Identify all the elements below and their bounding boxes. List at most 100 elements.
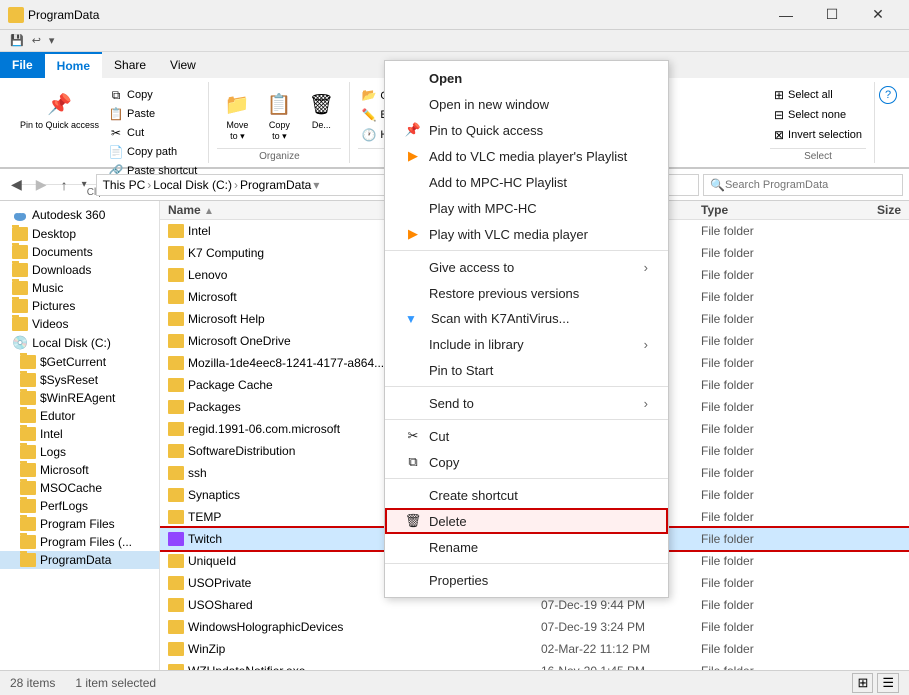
qa-dropdown-button[interactable]: ▾ [45, 32, 59, 49]
sidebar-item-getcurrent[interactable]: $GetCurrent [0, 353, 159, 371]
sidebar-item-program-files-x86[interactable]: Program Files (... [0, 533, 159, 551]
sidebar-item-desktop[interactable]: Desktop [0, 225, 159, 243]
move-to-button[interactable]: 📁 Moveto ▾ [217, 86, 257, 144]
ctx-open-new-window[interactable]: Open in new window [385, 91, 668, 117]
ctx-play-mpc[interactable]: Play with MPC-HC [385, 195, 668, 221]
ctx-add-mpc-playlist[interactable]: Add to MPC-HC Playlist [385, 169, 668, 195]
ctx-play-vlc[interactable]: ▶ Play with VLC media player [385, 221, 668, 247]
ctx-mpc-icon [405, 174, 421, 190]
select-none-button[interactable]: ⊟ Select none [770, 106, 866, 124]
pin-to-quick-access-button[interactable]: 📌 Pin to Quick access [16, 86, 103, 133]
ctx-pin-quick-access[interactable]: 📌 Pin to Quick access [385, 117, 668, 143]
search-box[interactable]: 🔍 [703, 174, 903, 196]
folder-icon [168, 422, 184, 436]
sidebar-item-downloads[interactable]: Downloads [0, 261, 159, 279]
cut-button[interactable]: ✂ Cut [105, 124, 200, 142]
delete-button[interactable]: 🗑 De... [301, 86, 341, 132]
recent-button[interactable]: ▾ [77, 176, 92, 193]
sidebar-item-winreagent[interactable]: $WinREAgent [0, 389, 159, 407]
sidebar-item-programdata[interactable]: ProgramData [0, 551, 159, 569]
sidebar-item-sysreset[interactable]: $SysReset [0, 371, 159, 389]
history-icon: 🕐 [361, 127, 377, 143]
ctx-copy[interactable]: ⧉ Copy [385, 449, 668, 475]
paste-button[interactable]: 📋 Paste [105, 105, 200, 123]
sidebar-item-local-disk[interactable]: 💿 Local Disk (C:) [0, 333, 159, 353]
selected-count: 1 item selected [75, 676, 156, 690]
item-count: 28 items [10, 676, 55, 690]
sidebar-item-intel[interactable]: Intel [0, 425, 159, 443]
sidebar-item-videos[interactable]: Videos [0, 315, 159, 333]
ctx-cut[interactable]: ✂ Cut [385, 423, 668, 449]
select-all-button[interactable]: ⊞ Select all [770, 86, 866, 104]
tab-home[interactable]: Home [45, 52, 102, 78]
folder-icon [168, 224, 184, 238]
maximize-button[interactable]: ☐ [809, 0, 855, 30]
ctx-checkmark: ▼ [405, 312, 421, 326]
invert-selection-button[interactable]: ⊠ Invert selection [770, 126, 866, 144]
sidebar-item-autodesk360[interactable]: Autodesk 360 [0, 205, 159, 225]
ctx-scan-k7[interactable]: ▼ Scan with K7AntiVirus... [385, 306, 668, 331]
clipboard-items: 📌 Pin to Quick access ⧉ Copy 📋 Paste ✂ C… [16, 82, 200, 184]
minimize-button[interactable]: — [763, 0, 809, 30]
ctx-include-library[interactable]: Include in library › [385, 331, 668, 357]
copy-button[interactable]: ⧉ Copy [105, 86, 200, 104]
sidebar-item-logs[interactable]: Logs [0, 443, 159, 461]
col-header-type[interactable]: Type [701, 203, 821, 217]
ctx-add-vlc-playlist[interactable]: ▶ Add to VLC media player's Playlist [385, 143, 668, 169]
pictures-folder-icon [12, 299, 28, 313]
table-row[interactable]: WZUpdateNotifier.exe16-Nov-20 1:45 PMFil… [160, 660, 909, 670]
ctx-restore-versions[interactable]: Restore previous versions [385, 280, 668, 306]
sidebar-item-music[interactable]: Music [0, 279, 159, 297]
table-row[interactable]: WinZip02-Mar-22 11:12 PMFile folder [160, 638, 909, 660]
sidebar-item-documents[interactable]: Documents [0, 243, 159, 261]
sidebar-item-perflogs[interactable]: PerfLogs [0, 497, 159, 515]
folder-icon [168, 356, 184, 370]
view-details-button[interactable]: ☰ [877, 673, 899, 693]
sidebar-item-edutor[interactable]: Edutor [0, 407, 159, 425]
col-header-size[interactable]: Size [821, 203, 901, 217]
sidebar-item-microsoft[interactable]: Microsoft [0, 461, 159, 479]
ctx-open[interactable]: Open [385, 65, 668, 91]
sidebar-item-msocache[interactable]: MSOCache [0, 479, 159, 497]
folder-icon [168, 488, 184, 502]
ctx-library-icon [405, 336, 421, 352]
tab-share[interactable]: Share [102, 52, 158, 78]
folder-icon [168, 620, 184, 634]
sidebar-item-pictures[interactable]: Pictures [0, 297, 159, 315]
ctx-rename[interactable]: Rename [385, 534, 668, 560]
ctx-properties[interactable]: Properties [385, 567, 668, 593]
ctx-delete[interactable]: 🗑 Delete [385, 508, 668, 534]
search-input[interactable] [725, 179, 896, 191]
tab-view[interactable]: View [158, 52, 208, 78]
sidebar-item-program-files[interactable]: Program Files [0, 515, 159, 533]
up-button[interactable]: ↑ [56, 174, 73, 196]
ctx-create-shortcut[interactable]: Create shortcut [385, 482, 668, 508]
copy-to-button[interactable]: 📋 Copyto ▾ [259, 86, 299, 144]
ctx-send-to[interactable]: Send to › [385, 390, 668, 416]
copy-to-icon: 📋 [263, 88, 295, 120]
help-button[interactable]: ? [879, 86, 897, 104]
breadcrumb-this-pc: This PC [103, 178, 146, 192]
title-bar-folder-icon [8, 7, 24, 23]
programdata-icon [20, 553, 36, 567]
organize-items: 📁 Moveto ▾ 📋 Copyto ▾ 🗑 De... [217, 82, 341, 148]
close-button[interactable]: ✕ [855, 0, 901, 30]
table-row[interactable]: WindowsHolographicDevices07-Dec-19 3:24 … [160, 616, 909, 638]
ctx-give-access[interactable]: Give access to › [385, 254, 668, 280]
twitch-folder-icon [168, 532, 184, 546]
ctx-sep-5 [385, 563, 668, 564]
qa-save-button[interactable]: 💾 [6, 32, 28, 49]
copy-path-button[interactable]: 📄 Copy path [105, 143, 200, 161]
move-to-icon: 📁 [221, 88, 253, 120]
qa-undo-button[interactable]: ↩ [28, 32, 45, 49]
quick-access-toolbar: 💾 ↩ ▾ [0, 30, 909, 52]
select-none-icon: ⊟ [774, 108, 784, 122]
back-button[interactable]: ◀ [6, 173, 27, 196]
ctx-pin-start[interactable]: Pin to Start [385, 357, 668, 383]
view-large-icons-button[interactable]: ⊞ [852, 673, 873, 693]
ctx-give-access-icon [405, 259, 421, 275]
forward-button[interactable]: ▶ [31, 173, 52, 196]
tab-file[interactable]: File [0, 52, 45, 78]
ctx-shortcut-icon [405, 487, 421, 503]
videos-folder-icon [12, 317, 28, 331]
